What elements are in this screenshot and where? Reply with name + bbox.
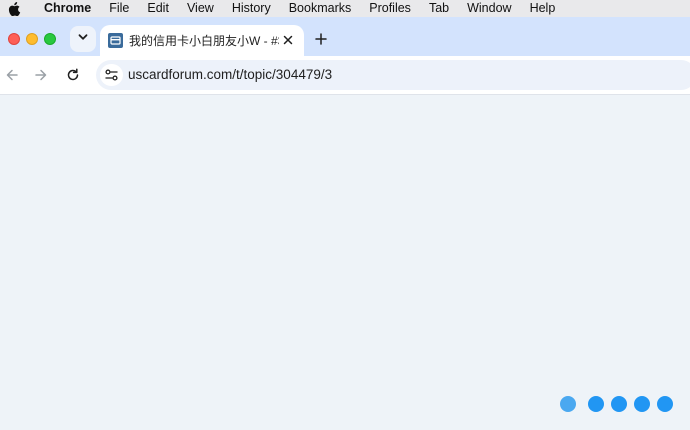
arrow-left-icon <box>6 69 18 81</box>
chevron-down-icon <box>77 30 89 48</box>
site-info-button[interactable] <box>100 64 123 86</box>
menu-window[interactable]: Window <box>458 0 520 17</box>
tune-icon <box>105 69 118 81</box>
menu-help[interactable]: Help <box>521 0 565 17</box>
loading-dot <box>588 396 604 412</box>
menu-view[interactable]: View <box>178 0 223 17</box>
back-button[interactable] <box>3 66 21 84</box>
menu-app-chrome[interactable]: Chrome <box>36 0 100 17</box>
tab-active[interactable]: 我的信用卡小白朋友小W - #3, <box>100 25 304 56</box>
menu-history[interactable]: History <box>223 0 280 17</box>
window-minimize-button[interactable] <box>26 33 38 45</box>
uscardforum-favicon-icon <box>108 33 123 48</box>
tab-strip: 我的信用卡小白朋友小W - #3, <box>0 17 690 56</box>
menu-file[interactable]: File <box>100 0 138 17</box>
loading-dot <box>634 396 650 412</box>
loading-dot <box>657 396 673 412</box>
forward-button[interactable] <box>32 66 50 84</box>
tab-search-button[interactable] <box>70 26 96 52</box>
reload-button[interactable] <box>64 66 82 84</box>
url-text[interactable]: uscardforum.com/t/topic/304479/3 <box>128 67 332 82</box>
page-content <box>0 96 690 430</box>
apple-logo-icon[interactable] <box>8 1 22 16</box>
window-close-button[interactable] <box>8 33 20 45</box>
loading-indicator <box>560 396 676 414</box>
macos-menu-bar: Chrome File Edit View History Bookmarks … <box>0 0 690 17</box>
close-icon <box>283 35 293 45</box>
address-bar[interactable]: uscardforum.com/t/topic/304479/3 <box>96 60 690 90</box>
tab-title: 我的信用卡小白朋友小W - #3, <box>129 34 279 48</box>
loading-dot <box>611 396 627 412</box>
window-zoom-button[interactable] <box>44 33 56 45</box>
tab-close-button[interactable] <box>280 32 296 48</box>
arrow-right-icon <box>35 69 47 81</box>
reload-icon <box>67 68 79 81</box>
loading-dot <box>560 396 576 412</box>
menu-edit[interactable]: Edit <box>138 0 178 17</box>
browser-toolbar: uscardforum.com/t/topic/304479/3 <box>0 56 690 95</box>
plus-icon <box>315 33 327 45</box>
new-tab-button[interactable] <box>311 29 331 49</box>
menu-tab[interactable]: Tab <box>420 0 458 17</box>
menu-profiles[interactable]: Profiles <box>360 0 420 17</box>
menu-bookmarks[interactable]: Bookmarks <box>280 0 361 17</box>
